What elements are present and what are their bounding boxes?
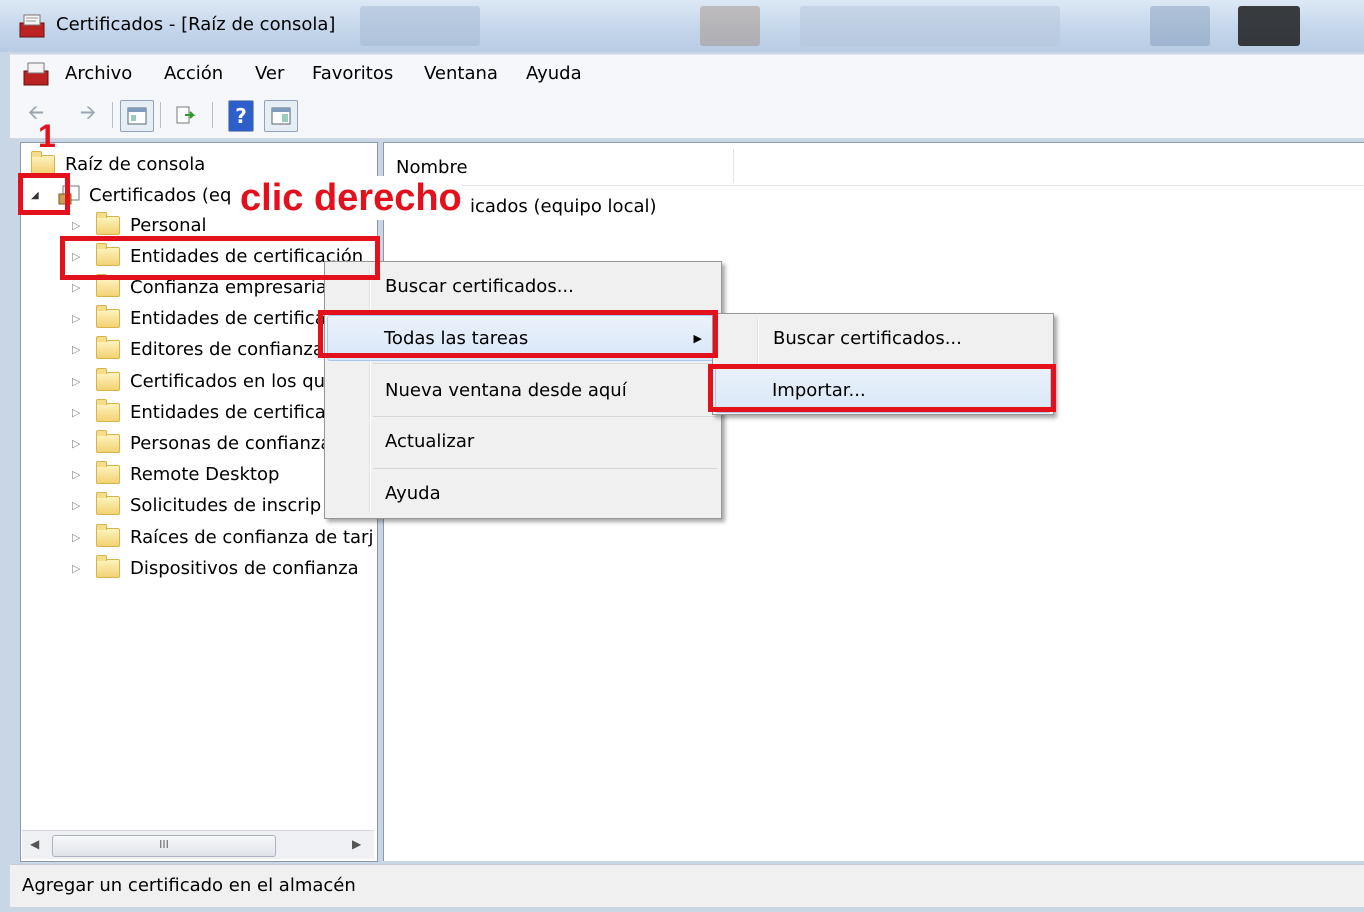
tree-node-label: Solicitudes de inscrip <box>130 495 322 517</box>
tree-node-label: Dispositivos de confianza <box>130 557 359 579</box>
tree-node-label: Certificados (eq <box>89 184 232 206</box>
expand-triangle-icon[interactable]: ▷ <box>72 219 96 232</box>
certificate-app-icon <box>19 14 45 38</box>
column-divider[interactable] <box>733 149 734 183</box>
folder-icon <box>96 305 120 329</box>
tree-node-label: Raíces de confianza de tarj <box>130 526 374 548</box>
folder-icon <box>96 523 120 547</box>
toolbar: 🡨 🡪 ? <box>10 92 1364 139</box>
show-hide-tree-icon[interactable] <box>120 100 154 132</box>
tree-node[interactable]: ▷ Remote Desktop <box>72 460 279 490</box>
menu-bar: Archivo Acción Ver Favoritos Ventana Ayu… <box>10 54 1364 93</box>
menu-archivo[interactable]: Archivo <box>65 63 132 84</box>
menu-item-nueva-ventana[interactable]: Nueva ventana desde aquí <box>327 366 719 414</box>
horizontal-scrollbar[interactable]: ◀ III ▶ <box>22 830 374 859</box>
blurred-background <box>800 6 1060 46</box>
annotation-step-number: 1 <box>38 118 56 154</box>
tree-node[interactable]: ▷ Personas de confianza <box>72 428 331 458</box>
expand-triangle-icon[interactable]: ▷ <box>72 468 96 481</box>
blurred-background <box>360 6 480 46</box>
action-pane-icon[interactable] <box>264 100 298 132</box>
expand-triangle-icon[interactable]: ▷ <box>72 437 96 450</box>
tree-node-label: Confianza empresarial <box>130 276 332 298</box>
scrollbar-grip: III <box>159 838 169 851</box>
submenu-item-buscar[interactable]: Buscar certificados... <box>715 314 1051 362</box>
expand-triangle-icon[interactable]: ▷ <box>72 343 96 356</box>
blurred-background <box>1150 6 1210 46</box>
expand-triangle-icon[interactable]: ▷ <box>72 375 96 388</box>
folder-icon <box>96 273 120 297</box>
annotation-right-click: clic derecho <box>240 176 462 220</box>
folder-icon <box>96 367 120 391</box>
export-list-icon[interactable] <box>170 100 202 130</box>
menu-ventana[interactable]: Ventana <box>424 63 498 84</box>
folder-icon <box>96 211 120 235</box>
certificate-app-icon <box>23 62 49 86</box>
tree-node-label: Raíz de consola <box>65 153 206 175</box>
expand-triangle-icon[interactable]: ▷ <box>72 562 96 575</box>
folder-icon <box>96 492 120 516</box>
menu-accion[interactable]: Acción <box>164 63 223 84</box>
folder-icon <box>96 554 120 578</box>
title-bar: Certificados - [Raíz de consola] <box>0 0 1364 52</box>
menu-favoritos[interactable]: Favoritos <box>312 63 393 84</box>
folder-icon <box>96 398 120 422</box>
menu-ayuda[interactable]: Ayuda <box>526 63 582 84</box>
tree-node-label: Editores de confianza <box>130 339 324 361</box>
blurred-background <box>700 6 760 46</box>
folder-icon <box>96 461 120 485</box>
annotation-box-todas-las-tareas <box>318 310 718 358</box>
expand-triangle-icon[interactable]: ▷ <box>72 406 96 419</box>
folder-icon <box>96 429 120 453</box>
blurred-background <box>1238 6 1300 46</box>
column-header-nombre[interactable]: Nombre <box>396 157 468 178</box>
tree-node-label: Personal <box>130 214 207 236</box>
menu-separator <box>373 363 717 364</box>
tree-node-label: Remote Desktop <box>130 464 280 486</box>
tree-node-label: Certificados en los qu <box>130 370 326 392</box>
tree-node[interactable]: ▷ Certificados en los qu <box>72 366 325 396</box>
toolbar-separator <box>160 102 161 128</box>
tree-node[interactable]: ▷ Solicitudes de inscrip <box>72 491 321 521</box>
tree-node[interactable]: ▷ Raíces de confianza de tarj <box>72 522 373 552</box>
expand-triangle-icon[interactable]: ▷ <box>72 281 96 294</box>
context-menu: Buscar certificados... Todas las tareas … <box>324 261 722 519</box>
expand-triangle-icon[interactable]: ▷ <box>72 312 96 325</box>
status-bar: Agregar un certificado en el almacén <box>10 864 1364 907</box>
toolbar-separator <box>212 102 213 128</box>
tree-node[interactable]: ▷ Editores de confianza <box>72 335 324 365</box>
menu-item-ayuda[interactable]: Ayuda <box>327 469 719 517</box>
expand-triangle-icon[interactable]: ▷ <box>72 499 96 512</box>
menu-item-actualizar[interactable]: Actualizar <box>327 417 719 465</box>
scroll-left-icon[interactable]: ◀ <box>30 837 39 851</box>
annotation-box-importar <box>708 364 1056 412</box>
folder-icon <box>31 150 55 174</box>
scrollbar-thumb[interactable]: III <box>52 835 276 857</box>
scroll-right-icon[interactable]: ▶ <box>352 837 361 851</box>
column-header: Nombre <box>384 143 1364 186</box>
help-icon[interactable]: ? <box>228 100 254 132</box>
tree-node-label: Personas de confianza <box>130 432 332 454</box>
tree-node[interactable]: ▷ Entidades de certificación <box>72 397 363 427</box>
menu-ver[interactable]: Ver <box>255 63 284 84</box>
list-item[interactable]: icados (equipo local) <box>470 196 657 217</box>
status-text: Agregar un certificado en el almacén <box>22 875 356 896</box>
tree-node[interactable]: ▷ Dispositivos de confianza <box>72 553 359 583</box>
annotation-box-expander <box>18 173 70 215</box>
folder-icon <box>96 336 120 360</box>
annotation-box-entidades <box>60 236 380 280</box>
expand-triangle-icon[interactable]: ▷ <box>72 531 96 544</box>
forward-arrow-icon[interactable]: 🡪 <box>72 100 104 130</box>
toolbar-separator <box>112 102 113 128</box>
window-title: Certificados - [Raíz de consola] <box>56 14 336 35</box>
menu-item-buscar[interactable]: Buscar certificados... <box>327 262 719 310</box>
